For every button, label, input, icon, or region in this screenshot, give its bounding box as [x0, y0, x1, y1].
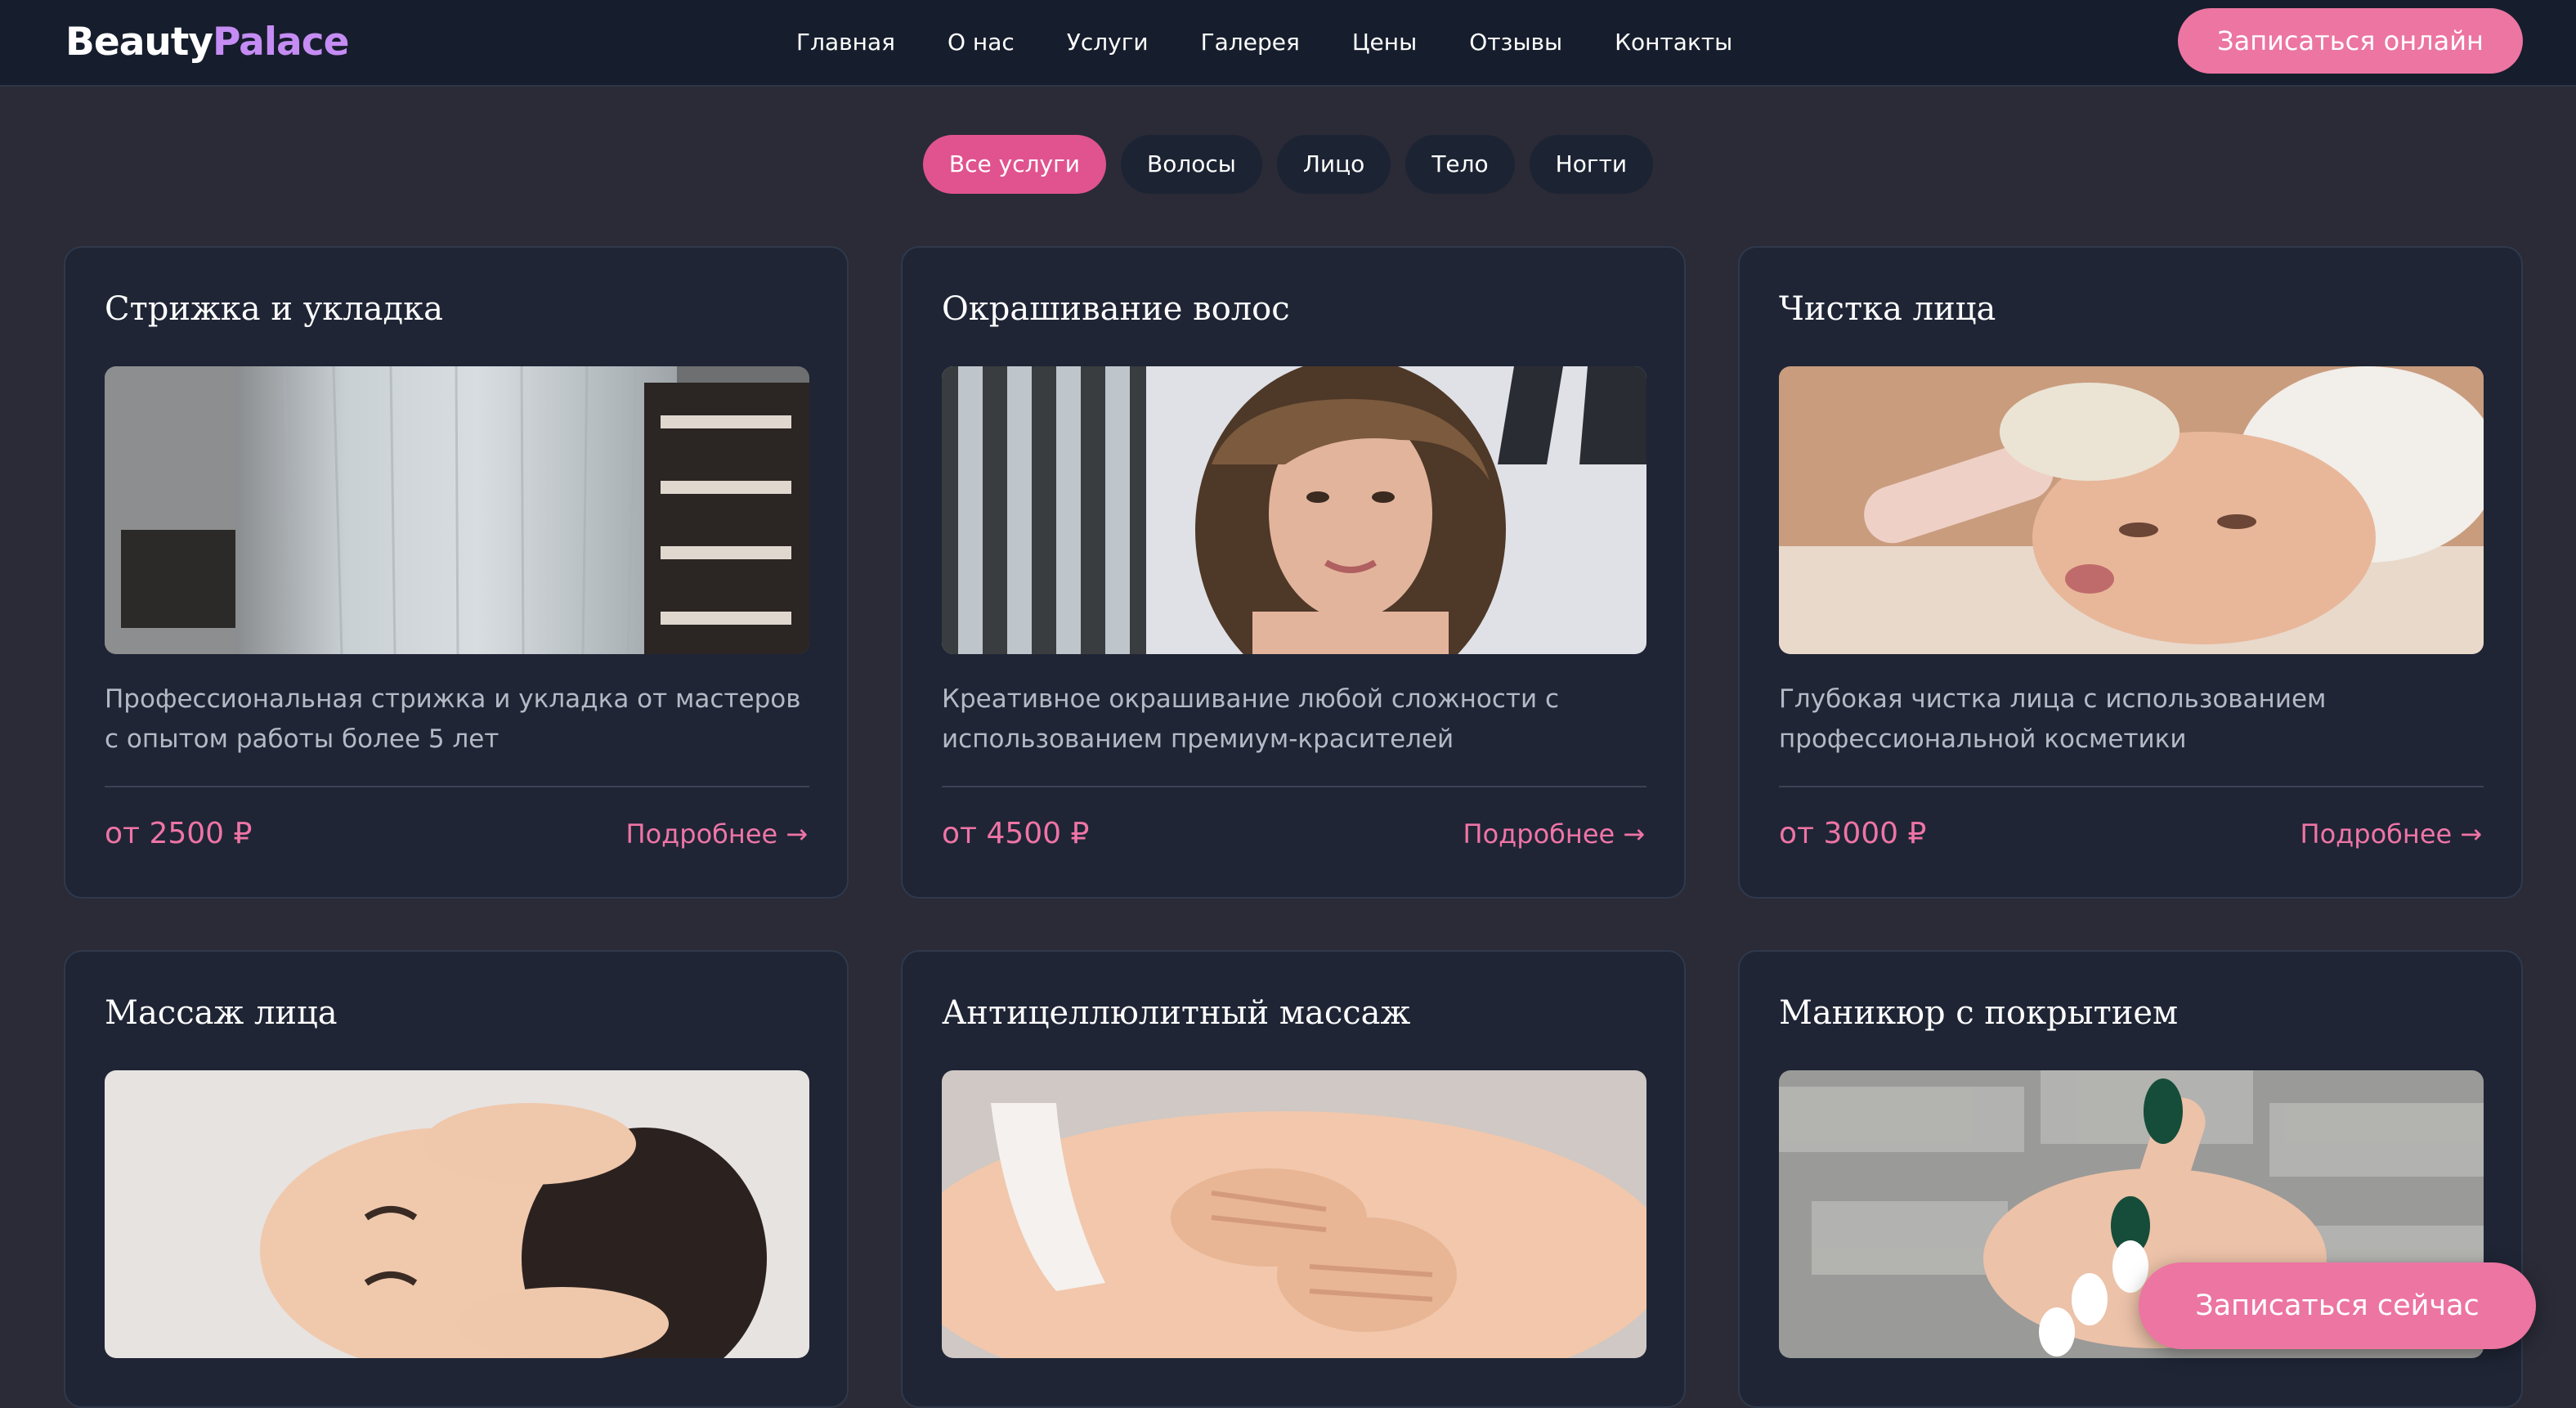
facial-cleansing-photo	[1779, 366, 2484, 654]
service-title: Массаж лица	[105, 994, 338, 1032]
details-link-label: Подробнее	[2300, 818, 2453, 850]
service-title: Окрашивание волос	[942, 290, 1290, 328]
nav-link-contacts[interactable]: Контакты	[1615, 21, 1732, 64]
service-description: Профессиональная стрижка и укладка от ма…	[105, 684, 801, 754]
brand-name-part1: Beauty	[65, 20, 213, 65]
brand-name-part2: Palace	[212, 20, 349, 65]
hair-coloring-photo	[942, 366, 1646, 654]
filter-tab-face[interactable]: Лицо	[1276, 135, 1391, 194]
filter-tab-hair[interactable]: Волосы	[1120, 135, 1262, 194]
service-image-facial	[1779, 366, 2484, 654]
service-details-link[interactable]: Подробнее →	[626, 815, 809, 853]
nav-link-services[interactable]: Услуги	[1067, 21, 1149, 64]
service-title: Маникюр с покрытием	[1779, 994, 2179, 1032]
details-link-label: Подробнее	[1463, 818, 1615, 850]
service-card-haircut[interactable]: Стрижка и укладка Профессиональная стриж…	[64, 246, 849, 899]
service-image-coloring	[942, 366, 1646, 654]
nav-link-reviews[interactable]: Отзывы	[1469, 21, 1562, 64]
service-title: Стрижка и укладка	[105, 290, 444, 328]
service-image-face-massage	[105, 1070, 809, 1358]
service-description: Глубокая чистка лица с использованием пр…	[1779, 684, 2327, 754]
nav-link-prices[interactable]: Цены	[1352, 21, 1417, 64]
filter-tab-body[interactable]: Тело	[1405, 135, 1515, 194]
book-now-floating-button[interactable]: Записаться сейчас	[2139, 1262, 2536, 1349]
card-divider	[105, 786, 809, 787]
arrow-right-icon: →	[1623, 818, 1645, 850]
body-massage-photo	[942, 1070, 1646, 1358]
service-card-anticellulite-massage[interactable]: Антицеллюлитный массаж	[901, 950, 1686, 1408]
service-title: Антицеллюлитный массаж	[942, 994, 1411, 1032]
service-title: Чистка лица	[1779, 290, 1996, 328]
brand-logo[interactable]: BeautyPalace	[65, 16, 349, 69]
service-card-facial-cleansing[interactable]: Чистка лица Глубокая чистка лица с испол…	[1738, 246, 2523, 899]
details-link-label: Подробнее	[625, 818, 778, 850]
nav-link-home[interactable]: Главная	[796, 21, 895, 64]
service-description: Креативное окрашивание любой сложности с…	[942, 684, 1560, 754]
nav-link-gallery[interactable]: Галерея	[1201, 21, 1300, 64]
service-price: от 3000 ₽	[1779, 817, 1927, 850]
service-filter-tabs: Все услуги Волосы Лицо Тело Ногти	[0, 135, 2576, 194]
card-divider	[942, 786, 1646, 787]
haircut-photo	[105, 366, 809, 654]
card-divider	[1779, 786, 2484, 787]
arrow-right-icon: →	[786, 818, 808, 850]
book-online-button[interactable]: Записаться онлайн	[2178, 8, 2523, 74]
service-details-link[interactable]: Подробнее →	[1463, 815, 1646, 853]
service-price: от 4500 ₽	[942, 817, 1090, 850]
service-price: от 2500 ₽	[105, 817, 253, 850]
main-nav: Главная О нас Услуги Галерея Цены Отзывы…	[796, 21, 1785, 64]
face-massage-photo	[105, 1070, 809, 1358]
arrow-right-icon: →	[2460, 818, 2482, 850]
service-image-body-massage	[942, 1070, 1646, 1358]
nav-link-about[interactable]: О нас	[948, 21, 1015, 64]
service-details-link[interactable]: Подробнее →	[2300, 815, 2483, 853]
service-card-face-massage[interactable]: Массаж лица	[64, 950, 849, 1408]
service-image-haircut	[105, 366, 809, 654]
filter-tab-nails[interactable]: Ногти	[1529, 135, 1654, 194]
service-card-coloring[interactable]: Окрашивание волос Креативное окрашивание…	[901, 246, 1686, 899]
site-header: BeautyPalace Главная О нас Услуги Галере…	[0, 0, 2576, 87]
filter-tab-all[interactable]: Все услуги	[922, 135, 1106, 194]
